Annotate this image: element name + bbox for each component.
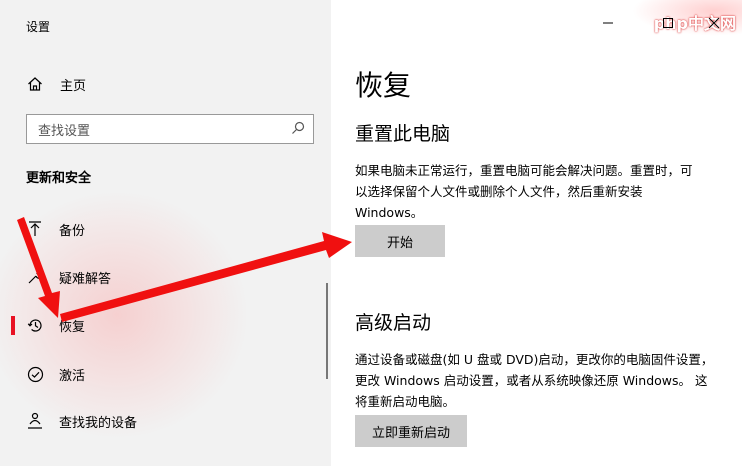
restart-now-button[interactable]: 立即重新启动 bbox=[355, 415, 467, 447]
sidebar-item-label: 疑难解答 bbox=[59, 271, 112, 287]
sidebar-item-backup[interactable]: 备份 bbox=[0, 209, 331, 249]
sidebar: 设置 主页 查找设置 更新和安全 备份 疑难解答 恢复 激活 查找我的设备 bbox=[0, 0, 331, 466]
sidebar-item-label: 恢复 bbox=[59, 319, 86, 335]
wrench-icon bbox=[26, 268, 44, 286]
person-pin-icon bbox=[26, 412, 44, 430]
section-title: 更新和安全 bbox=[26, 171, 92, 186]
page-title: 恢复 bbox=[355, 69, 412, 102]
sidebar-item-label: 备份 bbox=[59, 223, 86, 239]
content-pane: php中文网 恢复 重置此电脑 如果电脑未正常运行，重置电脑可能会解决问题。重置… bbox=[331, 0, 742, 466]
window-title: 设置 bbox=[26, 20, 51, 34]
sidebar-item-label: 查找我的设备 bbox=[59, 415, 138, 431]
reset-pc-description: 如果电脑未正常运行，重置电脑可能会解决问题。重置时，可以选择保留个人文件或删除个… bbox=[355, 163, 693, 220]
close-icon bbox=[708, 17, 720, 29]
check-circle-icon bbox=[26, 365, 44, 383]
advanced-startup-description: 通过设备或磁盘(如 U 盘或 DVD)启动，更改你的电脑固件设置，更改 Wind… bbox=[355, 352, 714, 409]
minimize-button[interactable] bbox=[593, 12, 623, 34]
sidebar-scrollbar[interactable] bbox=[326, 283, 328, 379]
sidebar-item-find-my-device[interactable]: 查找我的设备 bbox=[0, 401, 331, 441]
close-button[interactable] bbox=[699, 12, 729, 34]
sidebar-item-troubleshoot[interactable]: 疑难解答 bbox=[0, 257, 331, 297]
home-icon bbox=[26, 75, 44, 93]
sidebar-item-home[interactable]: 主页 bbox=[26, 72, 86, 96]
search-icon[interactable] bbox=[291, 120, 305, 139]
minimize-icon bbox=[603, 22, 613, 24]
advanced-startup-heading: 高级启动 bbox=[355, 312, 432, 334]
history-icon bbox=[26, 316, 44, 334]
get-started-button[interactable]: 开始 bbox=[355, 225, 445, 257]
sidebar-item-activation[interactable]: 激活 bbox=[0, 354, 331, 394]
search-placeholder: 查找设置 bbox=[38, 123, 91, 139]
sidebar-item-label: 主页 bbox=[60, 78, 87, 94]
sidebar-item-recovery[interactable]: 恢复 bbox=[0, 305, 331, 345]
reset-pc-heading: 重置此电脑 bbox=[355, 123, 451, 145]
backup-arrow-icon bbox=[26, 220, 44, 238]
maximize-button[interactable] bbox=[653, 12, 683, 34]
sidebar-item-label: 激活 bbox=[59, 368, 86, 384]
maximize-icon bbox=[663, 18, 673, 28]
search-input[interactable]: 查找设置 bbox=[26, 114, 314, 144]
